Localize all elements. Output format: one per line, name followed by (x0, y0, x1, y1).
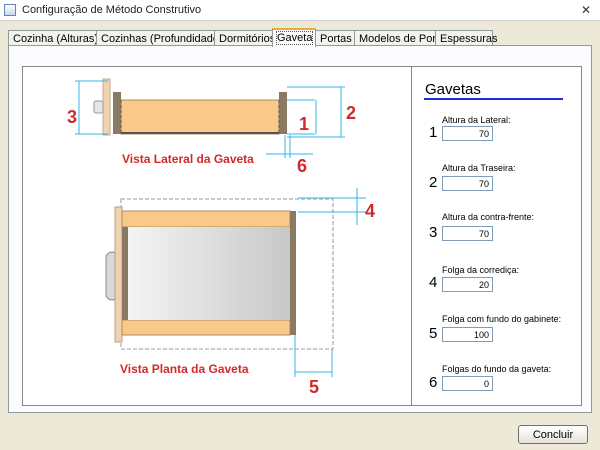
tab-portas[interactable]: Portas (315, 30, 355, 46)
field-number-6: 6 (429, 374, 438, 391)
gaveta-tab-panel: 3 1 2 6 Vista Lateral da Gaveta 4 5 Vist… (8, 45, 592, 413)
lateral-view: 3 1 2 6 Vista Lateral da Gaveta (67, 78, 356, 176)
marker-1: 1 (299, 114, 309, 134)
altura-lateral-input[interactable] (442, 126, 493, 141)
field-number-4: 4 (429, 274, 438, 291)
tab-espessuras[interactable]: Espessuras (435, 30, 497, 46)
altura-lateral-label: Altura da Lateral: (442, 115, 511, 125)
side-bottom-plant (121, 319, 291, 336)
marker-5: 5 (309, 377, 319, 397)
drawer-bottom-plant (128, 227, 290, 320)
folgas-fundo-gaveta-input[interactable] (442, 376, 493, 391)
window-title: Configuração de Método Construtivo (22, 4, 202, 16)
tab-dormitorios[interactable]: Dormitórios (214, 30, 275, 46)
title-underline (424, 98, 563, 100)
folgas-fundo-gaveta-label: Folgas do fundo da gaveta: (442, 364, 552, 374)
concluir-button[interactable]: Concluir (518, 425, 588, 444)
back-panel-plant (290, 211, 296, 335)
lateral-body (120, 99, 280, 135)
folga-corredica-label: Folga da corrediça: (442, 265, 520, 275)
plant-view: 4 5 Vista Planta da Gaveta (105, 188, 375, 397)
front-panel-plant (114, 206, 123, 343)
side-top-plant (121, 210, 291, 228)
tab-cozinhas-profundidades[interactable]: Cozinhas (Profundidades) (96, 30, 228, 46)
folga-corredica-input[interactable] (442, 277, 493, 292)
field-number-2: 2 (429, 174, 438, 191)
marker-2: 2 (346, 103, 356, 123)
field-number-1: 1 (429, 124, 438, 141)
altura-contra-frente-input[interactable] (442, 226, 493, 241)
title-bar: Configuração de Método Construtivo ✕ (0, 0, 600, 21)
gavetas-properties-panel: Gavetas Altura da Lateral: 1 Altura da T… (411, 66, 582, 406)
altura-traseira-input[interactable] (442, 176, 493, 191)
app-window: Configuração de Método Construtivo ✕ Coz… (0, 0, 600, 450)
tab-cozinha-alturas[interactable]: Cozinha (Alturas) (8, 30, 98, 46)
marker-3: 3 (67, 107, 77, 127)
altura-traseira-label: Altura da Traseira: (442, 163, 516, 173)
app-icon (4, 4, 16, 16)
drawer-handle-side (93, 100, 104, 114)
close-icon[interactable]: ✕ (578, 3, 594, 17)
field-number-3: 3 (429, 224, 438, 241)
drawer-diagram: 3 1 2 6 Vista Lateral da Gaveta 4 5 Vist… (67, 78, 375, 397)
folga-fundo-gabinete-label: Folga com fundo do gabinete: (442, 314, 562, 324)
front-strip-side (113, 92, 121, 134)
bottom-bar: Concluir (0, 418, 600, 450)
properties-title: Gavetas (425, 81, 481, 98)
marker-4: 4 (365, 201, 375, 221)
plant-view-caption: Vista Planta da Gaveta (120, 362, 249, 376)
altura-contra-frente-label: Altura da contra-frente: (442, 212, 535, 222)
folga-fundo-gabinete-input[interactable] (442, 327, 493, 342)
tab-gaveta[interactable]: Gaveta (272, 28, 316, 47)
back-strip-side (279, 92, 287, 134)
inner-front-plant (122, 227, 128, 320)
marker-6: 6 (297, 156, 307, 176)
field-number-5: 5 (429, 325, 438, 342)
drawing-panel: 3 1 2 6 Vista Lateral da Gaveta 4 5 Vist… (22, 66, 412, 406)
front-panel-side (102, 78, 111, 136)
lateral-view-caption: Vista Lateral da Gaveta (122, 152, 254, 166)
tab-modelos-de-porta[interactable]: Modelos de Porta (354, 30, 445, 46)
